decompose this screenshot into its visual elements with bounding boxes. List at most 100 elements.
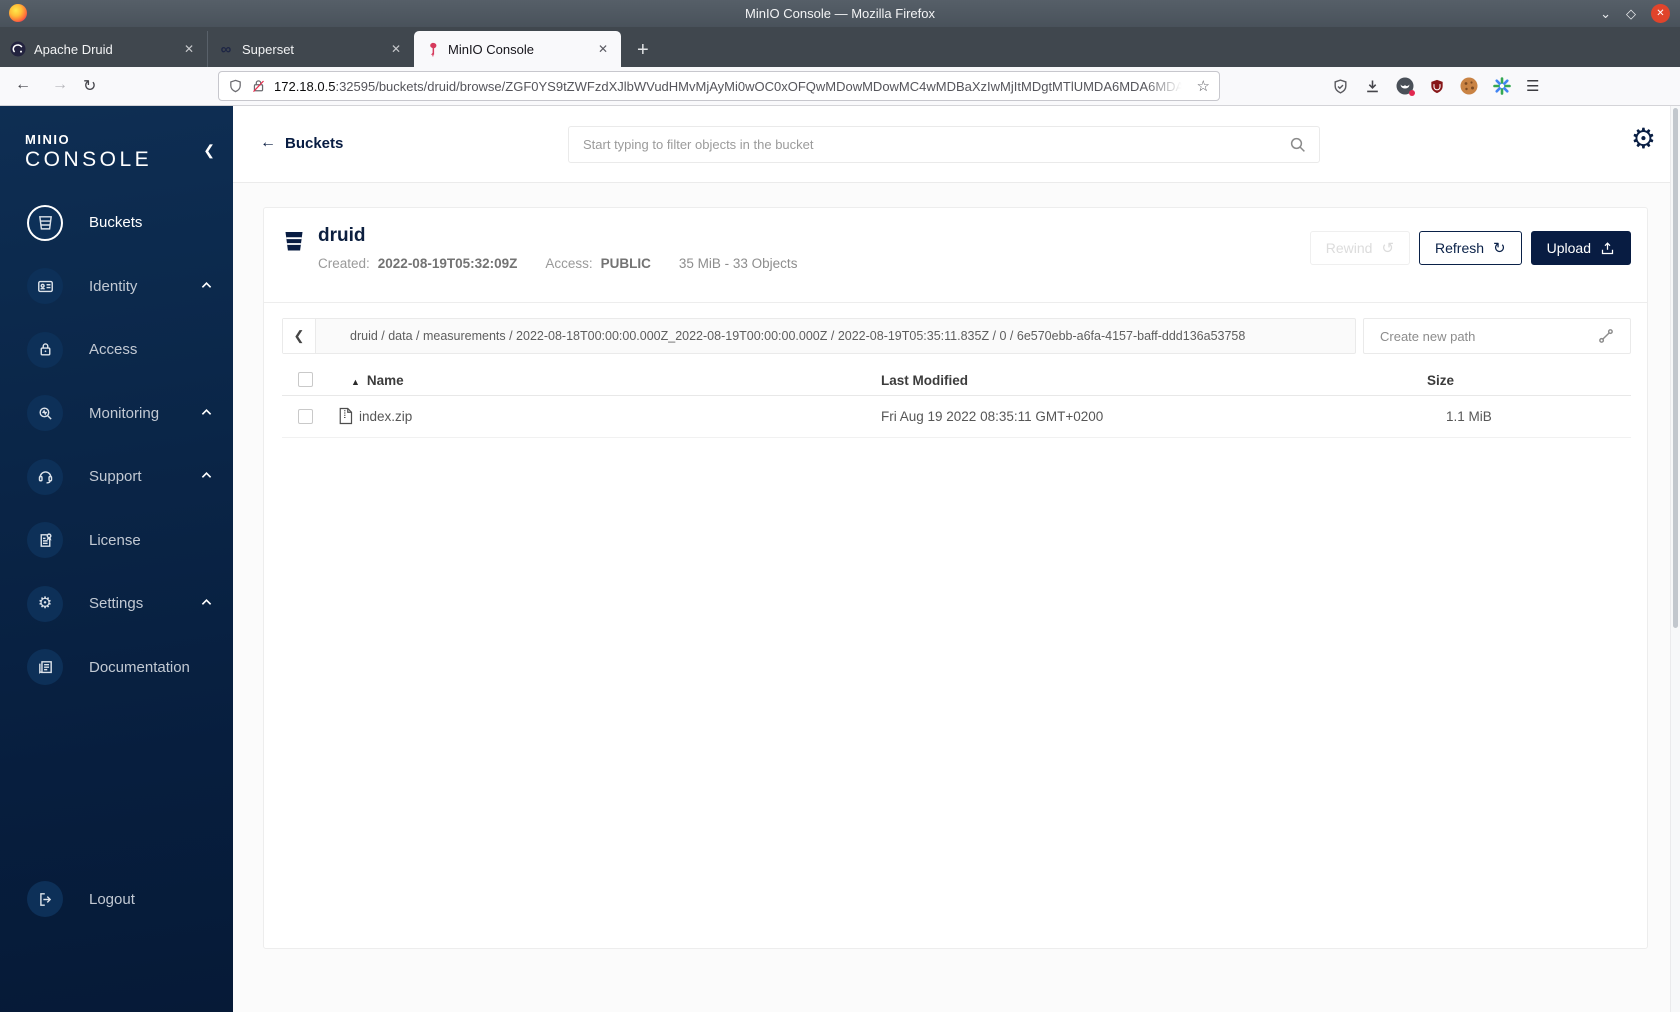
column-header-size[interactable]: Size	[1427, 373, 1454, 388]
sidebar-item-label: Buckets	[89, 214, 143, 232]
window-minimize-icon[interactable]: ⌄	[1600, 7, 1611, 20]
browser-reload-icon[interactable]: ↻	[83, 76, 96, 96]
search-icon	[1289, 136, 1307, 154]
refresh-button[interactable]: Refresh ↻	[1419, 231, 1522, 265]
sidebar-item-documentation[interactable]: Documentation	[0, 636, 233, 700]
downloads-icon[interactable]	[1364, 78, 1381, 95]
identity-card-icon	[27, 268, 63, 305]
sidebar-collapse-icon[interactable]: ❮	[203, 142, 215, 159]
sidebar-item-settings[interactable]: ⚙ Settings	[0, 572, 233, 636]
logo-console-text: CONSOLE	[25, 148, 153, 171]
tab-minio-console[interactable]: MinIO Console ✕	[414, 31, 621, 67]
sidebar-item-access[interactable]: Access	[0, 318, 233, 382]
size-objects-summary: 35 MiB - 33 Objects	[678, 256, 798, 271]
druid-favicon-icon	[10, 41, 26, 57]
object-browser: ❮ druid / data / measurements / 2022-08-…	[264, 304, 1647, 948]
page-scrollbar[interactable]	[1670, 106, 1680, 1012]
column-header-last-modified[interactable]: Last Modified	[881, 373, 968, 388]
object-size: 1.1 MiB	[1446, 409, 1492, 424]
minio-flamingo-favicon-icon	[424, 41, 440, 57]
bucket-browser-card: druid Created: 2022-08-19T05:32:09Z Acce…	[263, 207, 1648, 949]
ublock-shield-icon[interactable]	[1429, 78, 1445, 95]
minio-logo: MINIO CONSOLE ❮	[0, 106, 233, 172]
sidebar-item-monitoring[interactable]: Monitoring	[0, 382, 233, 446]
search-input[interactable]	[569, 137, 1289, 152]
settings-gear-icon[interactable]: ⚙	[1631, 125, 1656, 153]
bucket-summary: druid Created: 2022-08-19T05:32:09Z Acce…	[264, 208, 1647, 303]
cookie-icon[interactable]	[1460, 77, 1478, 95]
breadcrumb-back-icon[interactable]: ❮	[283, 319, 316, 353]
monitoring-magnifier-icon	[27, 395, 63, 432]
scrollbar-thumb[interactable]	[1673, 108, 1678, 628]
tab-close-icon[interactable]: ✕	[181, 42, 197, 56]
pinwheel-extension-icon[interactable]	[1493, 77, 1511, 95]
tab-superset[interactable]: ∞ Superset ✕	[207, 31, 414, 67]
insecure-lock-icon[interactable]	[251, 78, 266, 94]
containers-mask-icon[interactable]	[1396, 77, 1415, 96]
browser-back-icon[interactable]: ←	[15, 76, 31, 94]
logout-icon	[27, 881, 63, 918]
table-header-row: ▲ Name Last Modified Size	[282, 368, 1631, 396]
tab-label: Apache Druid	[34, 41, 113, 57]
back-to-buckets-link[interactable]: ← Buckets	[260, 134, 343, 152]
object-name[interactable]: index.zip	[359, 409, 412, 424]
sidebar-item-label: Identity	[89, 277, 138, 295]
table-row[interactable]: index.zip Fri Aug 19 2022 08:35:11 GMT+0…	[282, 396, 1631, 438]
window-close-icon[interactable]: ✕	[1651, 4, 1670, 23]
sidebar-item-label: Access	[89, 341, 138, 359]
url-text: 172.18.0.5:32595/buckets/druid/browse/ZG…	[274, 79, 1189, 94]
upload-icon	[1600, 241, 1615, 256]
row-checkbox[interactable]	[298, 409, 313, 424]
window-title: MinIO Console — Mozilla Firefox	[745, 6, 935, 21]
zip-file-icon	[338, 407, 353, 425]
hamburger-menu-icon[interactable]: ☰	[1526, 77, 1539, 95]
tab-close-icon[interactable]: ✕	[595, 42, 611, 56]
select-all-checkbox[interactable]	[298, 372, 313, 387]
new-tab-icon[interactable]: +	[637, 40, 649, 60]
breadcrumb-bar: ❮ druid / data / measurements / 2022-08-…	[282, 318, 1356, 354]
object-filter-search	[568, 126, 1320, 163]
sidebar-menu: Buckets Identity Access Monitoring Suppo…	[0, 191, 233, 699]
chevron-up-icon[interactable]	[201, 598, 212, 606]
sidebar-item-identity[interactable]: Identity	[0, 255, 233, 319]
badge-dot	[1409, 90, 1415, 96]
main-content: ← Buckets ⚙ druid Created: 2022-08-	[233, 106, 1680, 1012]
create-new-path-label: Create new path	[1380, 328, 1476, 344]
refresh-icon: ↻	[1493, 239, 1506, 257]
gear-icon: ⚙	[27, 585, 63, 622]
bucket-icon	[282, 229, 306, 253]
sidebar-item-logout[interactable]: Logout	[0, 868, 233, 932]
superset-favicon-icon: ∞	[220, 40, 232, 58]
lock-icon	[27, 331, 63, 368]
create-new-path-button[interactable]: Create new path	[1363, 318, 1631, 354]
chevron-up-icon[interactable]	[201, 408, 212, 416]
browser-toolbar: ← → ↻ 172.18.0.5:32595/buckets/druid/bro…	[0, 67, 1680, 106]
tab-label: MinIO Console	[448, 41, 534, 57]
bookmark-star-icon[interactable]: ☆	[1197, 77, 1210, 95]
tracking-shield-icon[interactable]	[228, 78, 243, 94]
url-host: 172.18.0.5	[274, 78, 336, 94]
access-label: Access:	[545, 256, 593, 271]
chevron-up-icon[interactable]	[201, 471, 212, 479]
pocket-shield-icon[interactable]	[1332, 78, 1349, 95]
tab-close-icon[interactable]: ✕	[388, 42, 404, 56]
upload-button[interactable]: Upload	[1530, 231, 1631, 265]
url-bar[interactable]: 172.18.0.5:32595/buckets/druid/browse/ZG…	[218, 71, 1220, 101]
logo-minio-text: MINIO	[25, 132, 71, 147]
window-titlebar: MinIO Console — Mozilla Firefox ⌄ ◇ ✕	[0, 0, 1680, 27]
sidebar-item-license[interactable]: License	[0, 509, 233, 573]
breadcrumb[interactable]: druid / data / measurements / 2022-08-18…	[316, 319, 1355, 353]
access-value: PUBLIC	[600, 256, 651, 271]
bucket-meta: Created: 2022-08-19T05:32:09Z Access: PU…	[318, 256, 797, 271]
license-document-icon	[27, 522, 63, 559]
sidebar-item-support[interactable]: Support	[0, 445, 233, 509]
column-header-name[interactable]: ▲ Name	[351, 373, 404, 388]
sidebar-item-buckets[interactable]: Buckets	[0, 191, 233, 255]
page-header: ← Buckets ⚙	[233, 106, 1680, 183]
window-maximize-icon[interactable]: ◇	[1626, 7, 1636, 20]
rewind-button[interactable]: Rewind ↺	[1309, 231, 1411, 265]
tab-label: Superset	[242, 41, 295, 57]
browser-forward-icon[interactable]: →	[52, 76, 68, 94]
tab-apache-druid[interactable]: Apache Druid ✕	[0, 31, 207, 67]
chevron-up-icon[interactable]	[201, 281, 212, 289]
